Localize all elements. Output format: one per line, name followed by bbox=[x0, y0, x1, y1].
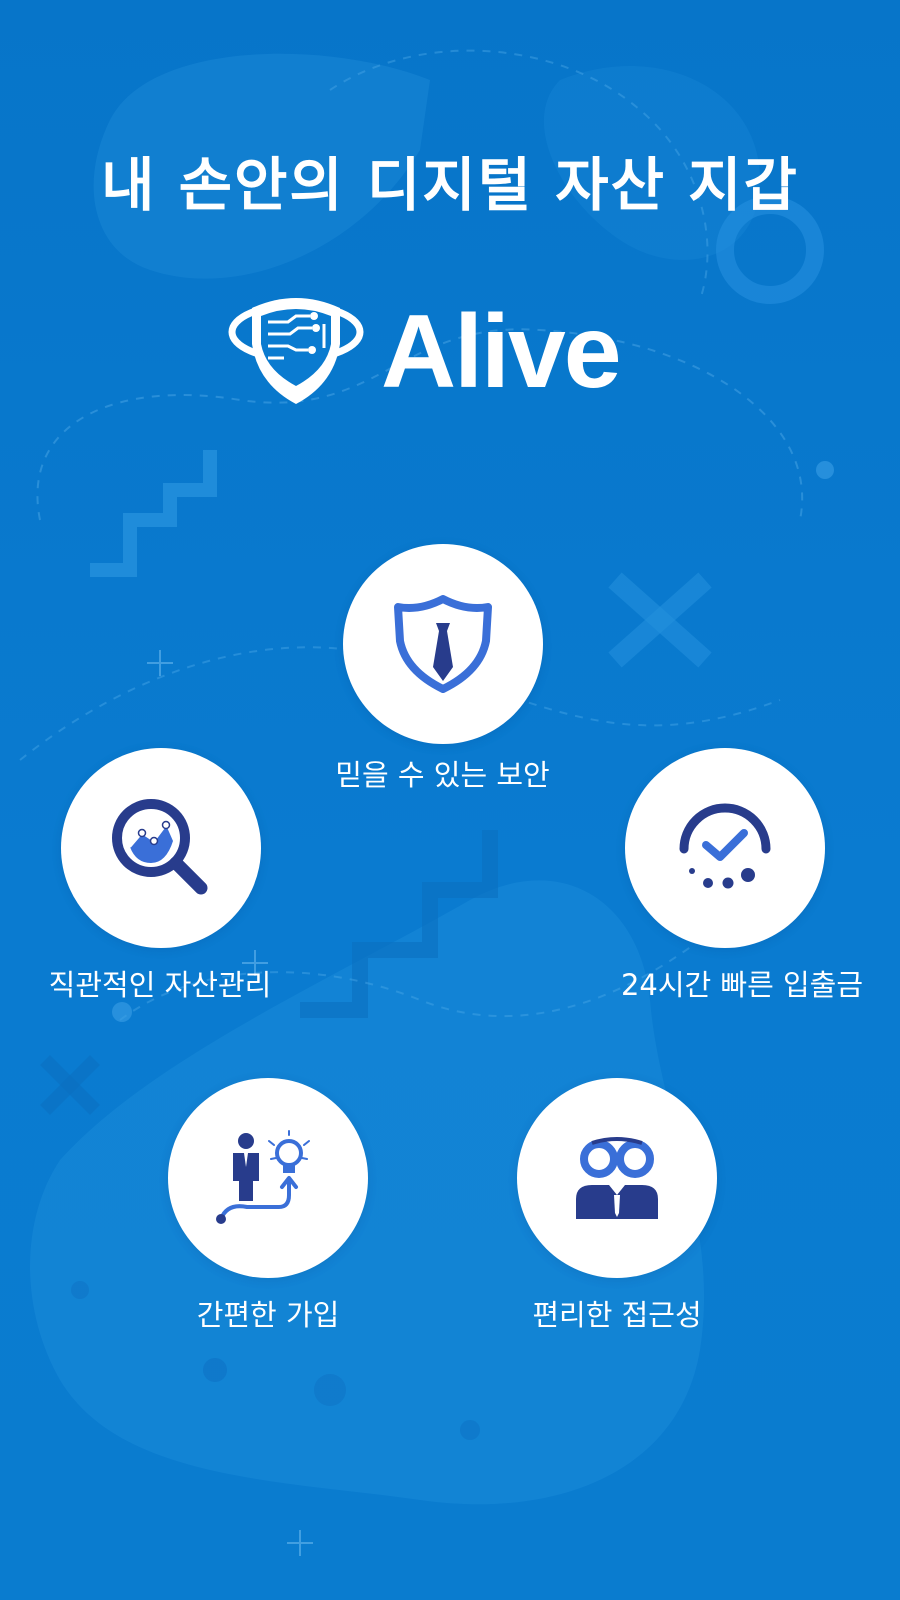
feature-accessibility-label: 편리한 접근성 bbox=[532, 1298, 702, 1332]
feature-accessibility-circle bbox=[517, 1078, 717, 1278]
feature-asset-management-circle bbox=[61, 748, 261, 948]
person-idea-icon bbox=[216, 1130, 310, 1224]
feature-fast-transfer-label: 24시간 빠른 입출금 bbox=[620, 968, 864, 1002]
brand-name: Alive bbox=[381, 294, 622, 410]
feature-security-label: 믿을 수 있는 보안 bbox=[335, 758, 550, 792]
feature-fast-transfer-circle bbox=[625, 748, 825, 948]
shield-tie-icon bbox=[394, 595, 492, 693]
speed-check-icon bbox=[679, 803, 771, 889]
feature-easy-signup-label: 간편한 가입 bbox=[196, 1298, 340, 1332]
magnifier-chart-icon bbox=[112, 799, 208, 895]
splash-screen: 내 손안의 디지털 자산 지갑 Alive 믿을 수 있는 보안 직관적인 자산… bbox=[0, 0, 900, 1600]
feature-security-circle bbox=[343, 544, 543, 744]
feature-easy-signup-circle bbox=[168, 1078, 368, 1278]
page-headline: 내 손안의 디지털 자산 지갑 bbox=[101, 151, 799, 219]
shield-circuit-logo-icon bbox=[228, 298, 364, 404]
binoculars-person-icon bbox=[576, 1137, 658, 1219]
brand-logo-lockup: Alive bbox=[226, 290, 686, 420]
feature-asset-management-label: 직관적인 자산관리 bbox=[48, 968, 272, 1002]
